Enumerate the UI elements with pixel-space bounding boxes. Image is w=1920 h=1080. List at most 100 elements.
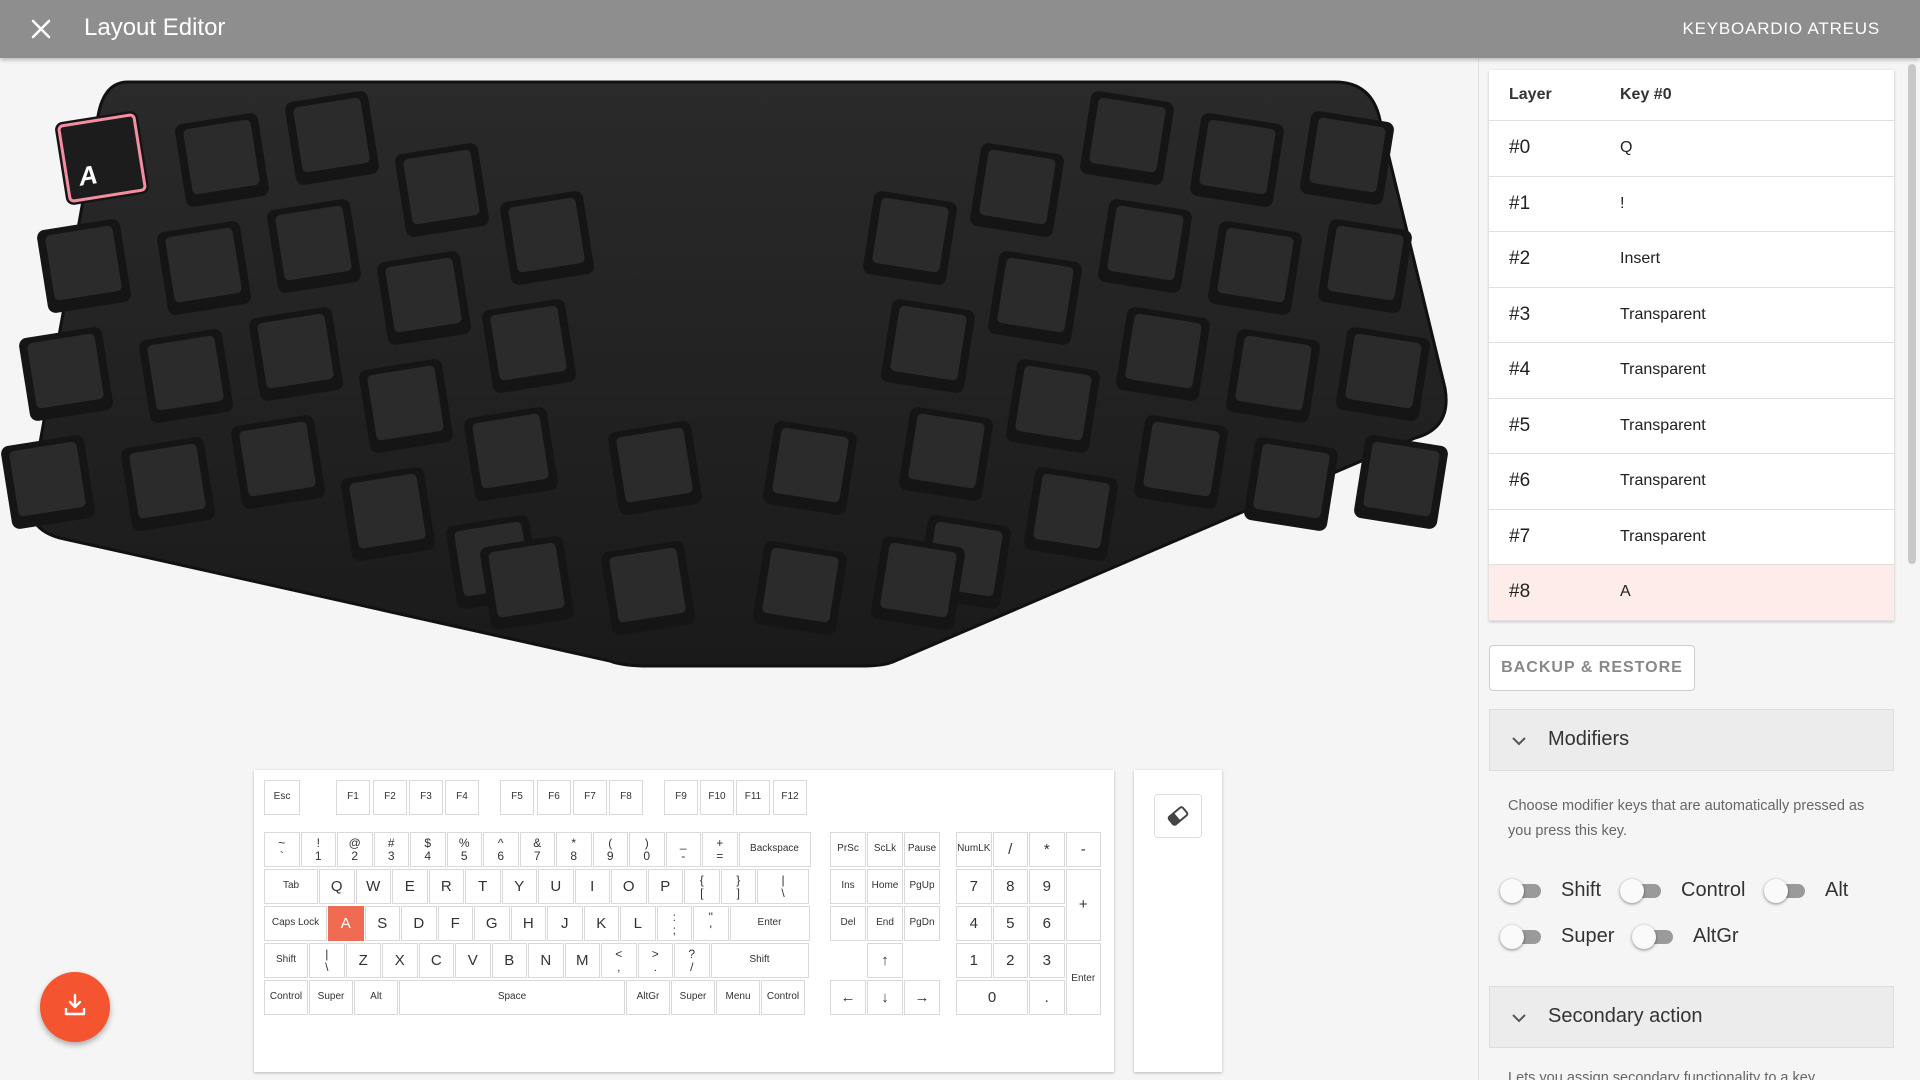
key-bottom-6[interactable]: Menu [716,980,760,1015]
keycap-right-2-3[interactable] [1133,414,1229,510]
keycap-thumb-left-3[interactable] [600,540,696,636]
keycap-right-4-2[interactable] [898,406,994,502]
key-f12[interactable]: F12 [773,780,807,815]
keycap-left-3-2[interactable] [358,358,454,454]
keycap-right-1-2[interactable] [1225,328,1321,424]
keycap-right-2-0[interactable] [1079,90,1175,186]
toggle-alt[interactable]: Alt [1764,878,1848,903]
key-numpad-plus[interactable]: + [1065,869,1101,941]
key-caps-row-1[interactable]: A [328,906,364,941]
keycap-left-2-2[interactable] [248,306,344,402]
key-numpad-enter[interactable]: Enter [1065,943,1101,1015]
key-shift-row-1[interactable]: | \ [309,943,345,978]
key-home[interactable]: Home [867,869,903,904]
key-shift-row-0[interactable]: Shift [264,943,308,978]
key-arrow-right[interactable]: → [904,980,940,1015]
download-button[interactable] [40,972,110,1042]
key-tab-row-5[interactable]: T [465,869,501,904]
keycap-right-2-2[interactable] [1115,306,1211,402]
table-row[interactable]: #2 Insert [1489,232,1894,288]
key-f4[interactable]: F4 [445,780,479,815]
key-f11[interactable]: F11 [736,780,770,815]
key-f1[interactable]: F1 [336,780,370,815]
key-numpad-4[interactable]: 4 [956,906,992,941]
keycap-left-0-1[interactable] [36,218,132,314]
key-bottom-3[interactable]: Space [399,980,625,1015]
keycap-right-1-1[interactable] [1207,220,1303,316]
key-tab-row-13[interactable]: | \ [757,869,809,904]
keycap-left-4-1[interactable] [481,298,577,394]
keycap-left-0-3[interactable] [0,434,96,530]
key-bottom-5[interactable]: Super [671,980,715,1015]
key-caps-row-3[interactable]: D [401,906,437,941]
key-tab-row-11[interactable]: {[ [684,869,720,904]
keycap-left-3-3[interactable] [340,466,436,562]
key-tab-row-7[interactable]: U [538,869,574,904]
key-shift-row-2[interactable]: Z [345,943,381,978]
key-number-row-0[interactable]: ~ ` [264,832,300,867]
key-shift-row-4[interactable]: C [418,943,454,978]
key-shift-row-9[interactable]: <, [601,943,637,978]
key-f6[interactable]: F6 [537,780,571,815]
key-caps-row-10[interactable]: :; [656,906,692,941]
key-numpad-0[interactable]: 0 [956,980,1028,1015]
key-bottom-7[interactable]: Control [761,980,805,1015]
close-icon[interactable] [28,16,54,42]
key-sclk[interactable]: ScLk [867,832,903,867]
keycap-right-3-1[interactable] [987,250,1083,346]
key-caps-row-12[interactable]: Enter [729,906,810,941]
keycap-left-4-2[interactable] [463,406,559,502]
toggle-altgr[interactable]: AltGr [1632,924,1739,949]
keycap-thumb-left-2[interactable] [479,535,575,631]
keycap-left-4-0[interactable] [499,190,595,286]
key-number-row-11[interactable]: _ - [665,832,701,867]
keycap-thumb-right-1[interactable] [762,420,858,516]
key-shift-row-5[interactable]: V [455,943,491,978]
backup-restore-button[interactable]: BACKUP & RESTORE [1489,645,1695,691]
secondary-action-panel-header[interactable]: Secondary action [1489,986,1894,1048]
keycap-left-3-1[interactable] [376,250,472,346]
key-pgup[interactable]: PgUp [904,869,940,904]
keycap-right-4-1[interactable] [880,298,976,394]
keycap-left-1-1[interactable] [156,220,252,316]
table-row[interactable]: #1! [1489,177,1894,232]
key-tab-row-6[interactable]: Y [501,869,537,904]
keycap-left-1-2[interactable] [138,328,234,424]
key-shift-row-10[interactable]: >. [637,943,673,978]
keycap-thumb-right-3[interactable] [870,535,966,631]
key-del[interactable]: Del [830,906,866,941]
key-numpad-8[interactable]: 8 [992,869,1028,904]
key-tab-row-9[interactable]: O [611,869,647,904]
key-numpad-5[interactable]: 5 [992,906,1028,941]
key-prsc[interactable]: PrSc [830,832,866,867]
modifiers-panel-header[interactable]: Modifiers [1489,709,1894,771]
key-f7[interactable]: F7 [573,780,607,815]
key-tab-row-4[interactable]: R [428,869,464,904]
key-pause[interactable]: Pause [904,832,940,867]
key-caps-row-9[interactable]: L [620,906,656,941]
key-tab-row-0[interactable]: Tab [264,869,318,904]
key-f3[interactable]: F3 [409,780,443,815]
table-row[interactable]: #0 Q [1489,121,1894,177]
key-number-row-6[interactable]: ^ 6 [483,832,519,867]
key-ins[interactable]: Ins [830,869,866,904]
key-caps-row-6[interactable]: H [510,906,546,941]
table-row[interactable]: #8 A [1489,565,1894,621]
key-tab-row-2[interactable]: W [355,869,391,904]
key-tab-row-10[interactable]: P [647,869,683,904]
key-numpad-9[interactable]: 9 [1029,869,1065,904]
key-arrow-down[interactable]: ↓ [867,980,903,1015]
key-shift-row-3[interactable]: X [382,943,418,978]
key-numpad-3[interactable]: - [1065,832,1101,867]
eraser-icon[interactable] [1154,794,1202,838]
keycap-right-0-0[interactable] [1299,110,1395,206]
key-caps-row-8[interactable]: K [583,906,619,941]
key-numpad-3[interactable]: 3 [1029,943,1065,978]
keycap-right-3-2[interactable] [1005,358,1101,454]
key-f10[interactable]: F10 [700,780,734,815]
key-pgdn[interactable]: PgDn [904,906,940,941]
key-numpad-1[interactable]: 1 [956,943,992,978]
key-number-row-1[interactable]: ! 1 [300,832,336,867]
key-esc[interactable]: Esc [264,780,300,815]
keycap-left-2-0[interactable] [284,90,380,186]
